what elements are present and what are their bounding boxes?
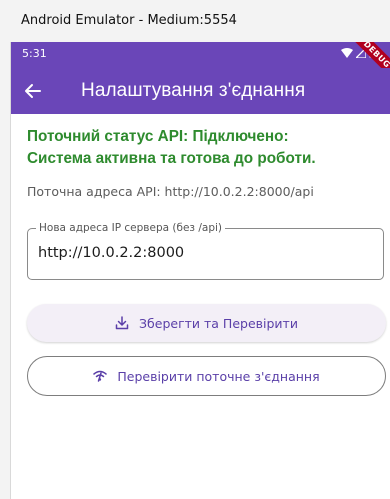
status-bar: 5:31 DEBUG	[11, 42, 390, 82]
download-icon	[115, 316, 129, 330]
main-content: Поточний статус API: Підключено: Система…	[27, 126, 387, 199]
window-title-bar: Android Emulator - Medium:5554	[0, 0, 390, 42]
wifi-status-icon	[341, 47, 353, 58]
wifi-icon	[93, 370, 108, 382]
save-and-check-label: Зберегти та Перевірити	[139, 315, 298, 331]
check-connection-button[interactable]: Перевірити поточне з'єднання	[27, 356, 386, 396]
server-address-label: Нова адреса IP сервера (без /api)	[36, 222, 225, 234]
save-and-check-button[interactable]: Зберегти та Перевірити	[27, 304, 386, 342]
window-title: Android Emulator - Medium:5554	[21, 13, 237, 28]
server-address-field[interactable]: Нова адреса IP сервера (без /api) http:/…	[27, 222, 384, 280]
app-bar: Налаштування з'єднання	[11, 68, 390, 114]
api-status-line-1: Поточний статус API: Підключено:	[27, 128, 289, 145]
arrow-back-icon	[25, 84, 41, 98]
back-button[interactable]	[19, 77, 47, 105]
current-api-address: Поточна адреса API: http://10.0.2.2:8000…	[27, 184, 314, 199]
page-title: Налаштування з'єднання	[81, 80, 306, 101]
server-address-input[interactable]: http://10.0.2.2:8000	[38, 245, 184, 261]
status-time: 5:31	[22, 47, 47, 60]
check-connection-label: Перевірити поточне з'єднання	[117, 368, 320, 384]
api-status-line-2: Система активна та готова до роботи.	[27, 150, 316, 167]
emulator-screen: 5:31 DEBUG Налаштування з'єднання Поточн…	[10, 42, 390, 499]
